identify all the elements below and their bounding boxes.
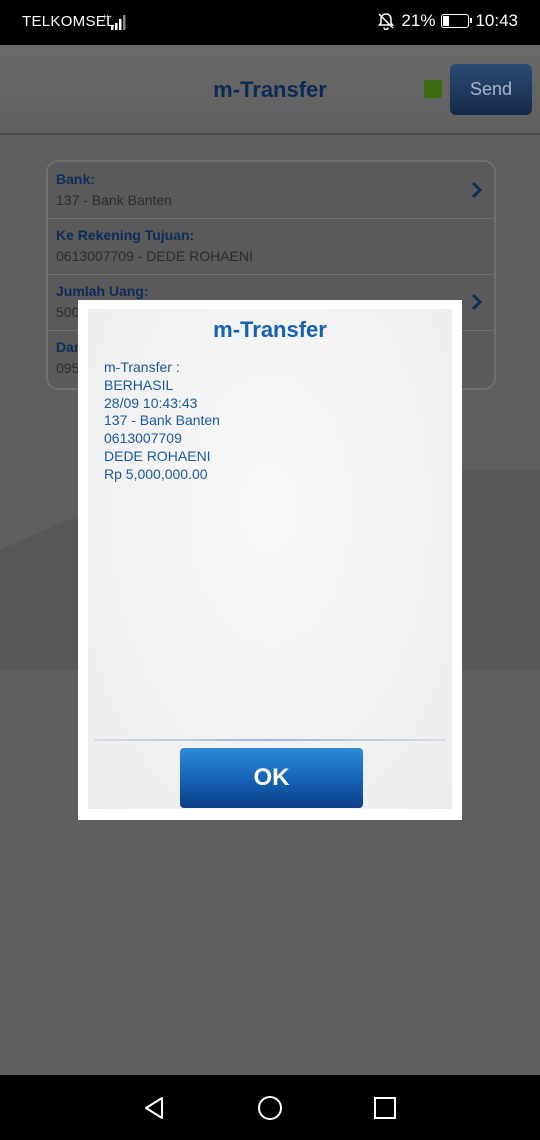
message-line: Rp 5,000,000.00 bbox=[104, 465, 208, 482]
field-label: Bank: bbox=[56, 171, 95, 187]
dialog-panel: m-Transfer m-Transfer : BERHASIL 28/09 1… bbox=[88, 309, 452, 809]
field-destination-account[interactable]: Ke Rekening Tujuan: 0613007709 - DEDE RO… bbox=[48, 218, 494, 275]
status-bar: TELKOMSEL H+ 21% 10:43 bbox=[0, 0, 540, 45]
clock: 10:43 bbox=[475, 11, 518, 30]
carrier-name: TELKOMSEL bbox=[22, 13, 115, 30]
field-value: 095 bbox=[56, 360, 80, 376]
svg-text:H+: H+ bbox=[104, 15, 112, 21]
battery-icon bbox=[441, 14, 473, 28]
dialog-title: m-Transfer bbox=[213, 317, 327, 342]
send-button[interactable]: Send bbox=[450, 64, 532, 115]
field-label: Dar bbox=[56, 339, 80, 355]
field-label: Ke Rekening Tujuan: bbox=[56, 227, 195, 243]
nav-back-icon[interactable] bbox=[140, 1093, 170, 1123]
message-line: 137 - Bank Banten bbox=[104, 412, 220, 429]
nav-home-icon[interactable] bbox=[255, 1093, 285, 1123]
navigation-bar bbox=[0, 1075, 540, 1140]
field-label: Jumlah Uang: bbox=[56, 283, 149, 299]
result-dialog: m-Transfer m-Transfer : BERHASIL 28/09 1… bbox=[78, 300, 462, 820]
dialog-message: m-Transfer : BERHASIL 28/09 10:43:43 137… bbox=[104, 359, 220, 484]
bell-off-icon bbox=[378, 13, 395, 30]
message-line: BERHASIL bbox=[104, 376, 174, 393]
chevron-right-icon bbox=[471, 293, 483, 311]
nav-recents-icon[interactable] bbox=[370, 1093, 400, 1123]
status-right: 21% 10:43 bbox=[377, 11, 518, 31]
app-header: m-Transfer Send bbox=[0, 45, 540, 135]
battery-percent: 21% bbox=[401, 11, 436, 30]
chevron-right-icon bbox=[471, 181, 483, 199]
ok-button[interactable]: OK bbox=[180, 748, 363, 808]
message-line: 0613007709 bbox=[104, 430, 182, 447]
message-line: DEDE ROHAENI bbox=[104, 447, 211, 464]
field-value: 500 bbox=[56, 304, 80, 320]
field-bank[interactable]: Bank: 137 - Bank Banten bbox=[48, 162, 494, 219]
field-value: 137 - Bank Banten bbox=[56, 192, 172, 208]
message-line: m-Transfer : bbox=[104, 359, 180, 375]
status-indicator bbox=[424, 80, 442, 98]
message-line: 28/09 10:43:43 bbox=[104, 394, 198, 411]
dialog-divider bbox=[94, 739, 446, 741]
field-value: 0613007709 - DEDE ROHAENI bbox=[56, 248, 253, 264]
signal-icon: H+ bbox=[104, 15, 126, 30]
